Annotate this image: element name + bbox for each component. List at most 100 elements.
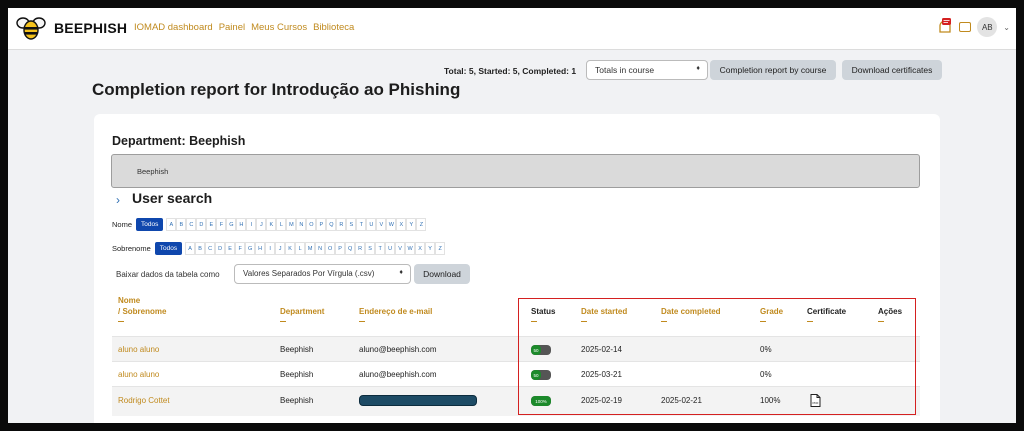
first-name-letter-y[interactable]: Y [406, 218, 417, 231]
nav-link-painel[interactable]: Painel [219, 22, 245, 33]
first-name-letter-t[interactable]: T [356, 218, 367, 231]
last-name-letter-s[interactable]: S [365, 242, 376, 255]
first-name-letter-s[interactable]: S [346, 218, 357, 231]
header-department[interactable]: Department [280, 307, 324, 316]
row-email: aluno@beephish.com [359, 370, 437, 379]
last-name-letter-e[interactable]: E [225, 242, 236, 255]
nav-link-meus-cursos[interactable]: Meus Cursos [251, 22, 307, 33]
first-name-letter-j[interactable]: J [256, 218, 267, 231]
last-name-letter-a[interactable]: A [185, 242, 196, 255]
bee-logo-icon[interactable] [16, 14, 46, 42]
last-name-letter-m[interactable]: M [305, 242, 316, 255]
totals-select-value: Totals in course [595, 65, 655, 75]
last-name-filter: Sobrenome Todos ABCDEFGHIJKLMNOPQRSTUVWX… [112, 242, 446, 255]
highlight-annotation [518, 298, 916, 415]
download-label: Baixar dados da tabela como [116, 270, 220, 279]
notification-bell-icon[interactable] [937, 18, 953, 36]
user-search-toggle[interactable]: User search [132, 190, 212, 206]
first-name-filter-label: Nome [112, 220, 133, 229]
last-name-letter-n[interactable]: N [315, 242, 326, 255]
last-name-letter-w[interactable]: W [405, 242, 416, 255]
first-name-letter-r[interactable]: R [336, 218, 347, 231]
header-department-sort-icon[interactable] [280, 321, 286, 322]
row-department: Beephish [280, 345, 314, 354]
last-name-letter-i[interactable]: I [265, 242, 276, 255]
select-arrow-icon: ♦ [399, 269, 403, 276]
last-name-letter-c[interactable]: C [205, 242, 216, 255]
app-window: BEEPHISH IOMAD dashboard Painel Meus Cur… [8, 8, 1016, 423]
last-name-letter-j[interactable]: J [275, 242, 286, 255]
last-name-letter-g[interactable]: G [245, 242, 256, 255]
download-format-select[interactable]: Valores Separados Por Vírgula (.csv) ♦ [234, 264, 411, 284]
first-name-letter-d[interactable]: D [196, 218, 207, 231]
last-name-letter-y[interactable]: Y [425, 242, 436, 255]
first-name-letter-c[interactable]: C [186, 218, 197, 231]
row-email: aluno@beephish.com [359, 345, 437, 354]
first-name-letter-e[interactable]: E [206, 218, 217, 231]
first-name-letter-b[interactable]: B [176, 218, 187, 231]
last-name-letter-p[interactable]: P [335, 242, 346, 255]
last-name-letter-z[interactable]: Z [435, 242, 446, 255]
chevron-down-icon[interactable]: ⌄ [1003, 23, 1010, 32]
last-name-letter-o[interactable]: O [325, 242, 336, 255]
avatar[interactable]: AB [977, 17, 998, 37]
redacted-email [359, 395, 477, 406]
nav-link-iomad-dashboard[interactable]: IOMAD dashboard [134, 22, 213, 33]
header-nome-sort-icon[interactable] [118, 321, 124, 322]
nav-link-biblioteca[interactable]: Biblioteca [313, 22, 354, 33]
department-title: Department: Beephish [112, 134, 246, 148]
download-format-value: Valores Separados Por Vírgula (.csv) [243, 269, 375, 278]
download-button[interactable]: Download [414, 264, 470, 284]
first-name-letter-z[interactable]: Z [416, 218, 427, 231]
first-name-letter-m[interactable]: M [286, 218, 297, 231]
chevron-right-icon[interactable]: › [116, 193, 120, 207]
first-name-letter-f[interactable]: F [216, 218, 227, 231]
first-name-letter-k[interactable]: K [266, 218, 277, 231]
last-name-letter-f[interactable]: F [235, 242, 246, 255]
brand-name[interactable]: BEEPHISH [54, 20, 127, 36]
completion-report-by-course-button[interactable]: Completion report by course [710, 60, 836, 80]
last-name-letter-h[interactable]: H [255, 242, 266, 255]
first-name-letter-o[interactable]: O [306, 218, 317, 231]
row-department: Beephish [280, 370, 314, 379]
first-name-letter-u[interactable]: U [366, 218, 377, 231]
first-name-letter-w[interactable]: W [386, 218, 397, 231]
first-name-letter-n[interactable]: N [296, 218, 307, 231]
last-name-all-button[interactable]: Todos [154, 242, 183, 255]
last-name-letter-v[interactable]: V [395, 242, 406, 255]
first-name-letter-v[interactable]: V [376, 218, 387, 231]
header-sobrenome[interactable]: / Sobrenome [118, 307, 166, 316]
last-name-letter-x[interactable]: X [415, 242, 426, 255]
row-department: Beephish [280, 396, 314, 405]
top-navbar: BEEPHISH IOMAD dashboard Painel Meus Cur… [8, 8, 1016, 50]
last-name-letter-t[interactable]: T [375, 242, 386, 255]
row-name-link[interactable]: aluno aluno [118, 370, 159, 379]
first-name-letter-g[interactable]: G [226, 218, 237, 231]
first-name-letter-q[interactable]: Q [326, 218, 337, 231]
first-name-letter-a[interactable]: A [166, 218, 177, 231]
row-name-link[interactable]: aluno aluno [118, 345, 159, 354]
first-name-letter-h[interactable]: H [236, 218, 247, 231]
last-name-letter-d[interactable]: D [215, 242, 226, 255]
first-name-all-button[interactable]: Todos [136, 218, 164, 231]
first-name-letter-i[interactable]: I [246, 218, 257, 231]
last-name-letter-r[interactable]: R [355, 242, 366, 255]
first-name-letter-p[interactable]: P [316, 218, 327, 231]
header-email-sort-icon[interactable] [359, 321, 365, 322]
last-name-letter-q[interactable]: Q [345, 242, 356, 255]
first-name-letter-x[interactable]: X [396, 218, 407, 231]
first-name-filter: Nome Todos ABCDEFGHIJKLMNOPQRSTUVWXYZ [112, 218, 427, 231]
chat-icon[interactable] [959, 22, 972, 32]
header-email[interactable]: Endereço de e-mail [359, 307, 432, 316]
last-name-letter-u[interactable]: U [385, 242, 396, 255]
totals-summary: Total: 5, Started: 5, Completed: 1 [444, 66, 577, 76]
last-name-letter-b[interactable]: B [195, 242, 206, 255]
header-nome[interactable]: Nome [118, 296, 140, 305]
download-certificates-button[interactable]: Download certificates [842, 60, 942, 80]
last-name-letter-k[interactable]: K [285, 242, 296, 255]
primary-nav: IOMAD dashboard Painel Meus Cursos Bibli… [134, 22, 354, 33]
last-name-letter-l[interactable]: L [295, 242, 306, 255]
row-name-link[interactable]: Rodrigo Cottet [118, 396, 170, 405]
totals-select[interactable]: Totals in course ♦ [586, 60, 708, 80]
first-name-letter-l[interactable]: L [276, 218, 287, 231]
